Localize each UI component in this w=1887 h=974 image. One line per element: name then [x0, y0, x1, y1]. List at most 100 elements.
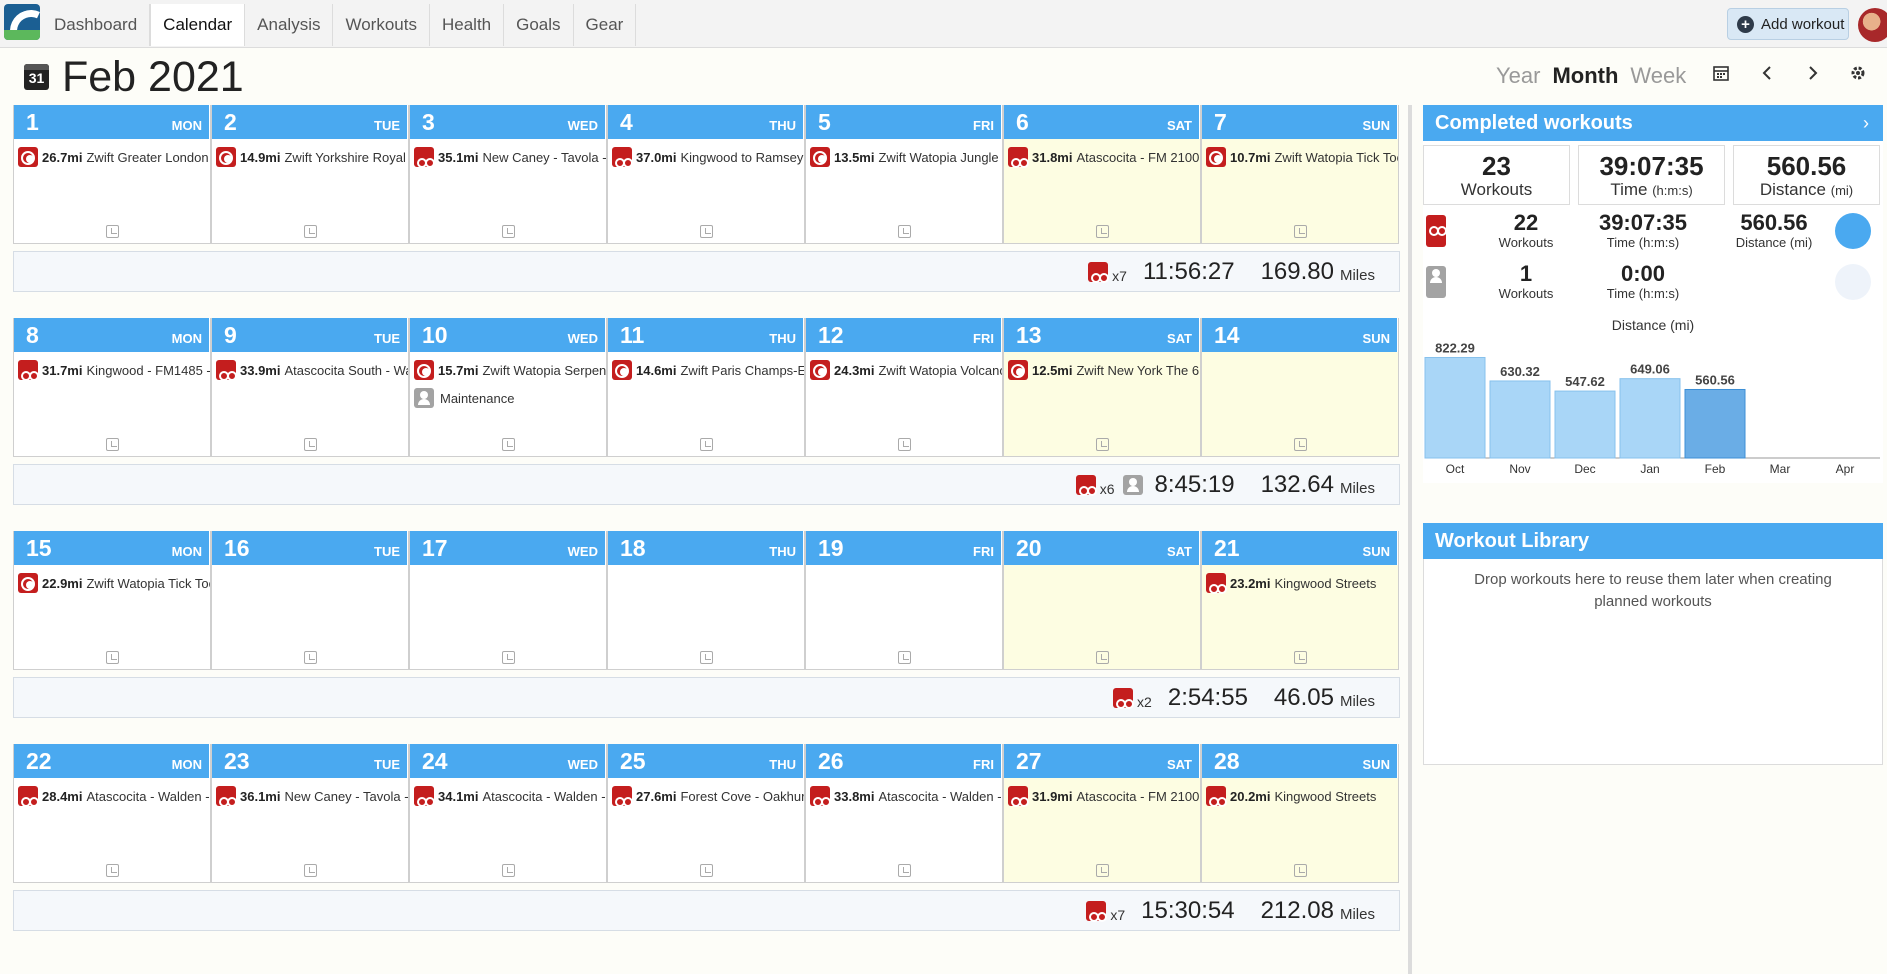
add-note-icon[interactable]: [106, 864, 119, 877]
add-note-icon[interactable]: [898, 651, 911, 664]
gear-icon[interactable]: [1847, 64, 1869, 86]
workout-entry[interactable]: 35.1miNew Caney - Tavola - Woodl: [410, 145, 606, 169]
workout-entry[interactable]: 14.9miZwift Yorkshire Royal Pave: [212, 145, 408, 169]
chart-bar[interactable]: [1619, 378, 1681, 459]
calendar-day[interactable]: 8 MON 31.7miKingwood - FM1485 - Hu: [13, 318, 211, 457]
add-note-icon[interactable]: [700, 651, 713, 664]
workout-entry[interactable]: 13.5miZwift Watopia Jungle Circuit: [806, 145, 1002, 169]
add-note-icon[interactable]: [502, 651, 515, 664]
calendar-day[interactable]: 25 THU 27.6mi Forest Cove - Oakhurst: [607, 744, 805, 883]
workout-entry[interactable]: Maintenance: [410, 386, 606, 410]
workout-entry[interactable]: 31.7miKingwood - FM1485 - Hu: [14, 358, 210, 382]
calendar-day[interactable]: 3 WED 35.1miNew Caney - Tavola - Woodl: [409, 105, 607, 244]
workout-library-dropzone[interactable]: Drop workouts here to reuse them later w…: [1423, 559, 1883, 765]
calendar-day[interactable]: 16 TUE: [211, 531, 409, 670]
workout-entry[interactable]: 36.1miNew Caney - Tavola - Woodl: [212, 784, 408, 808]
calendar-day[interactable]: 2 TUE 14.9miZwift Yorkshire Royal Pave: [211, 105, 409, 244]
add-note-icon[interactable]: [304, 651, 317, 664]
workout-entry[interactable]: 23.2mi Kingwood Streets: [1202, 571, 1398, 595]
view-month[interactable]: Month: [1552, 63, 1618, 89]
type-row-ride[interactable]: 22 Workouts 39:07:35 Time (h:m:s) 560.56…: [1423, 205, 1883, 256]
calendar-day[interactable]: 6 SAT 31.8miAtascocita - FM 2100 - Hu: [1003, 105, 1201, 244]
add-note-icon[interactable]: [106, 225, 119, 238]
workout-entry[interactable]: 12.5miZwift New York The 6 Train: [1004, 358, 1200, 382]
add-note-icon[interactable]: [1294, 225, 1307, 238]
add-note-icon[interactable]: [1294, 864, 1307, 877]
add-note-icon[interactable]: [1294, 651, 1307, 664]
workout-entry[interactable]: 24.3miZwift Watopia Volcano Circuit: [806, 358, 1002, 382]
add-note-icon[interactable]: [1096, 864, 1109, 877]
ride-color-dot[interactable]: [1835, 212, 1871, 249]
add-note-icon[interactable]: [898, 225, 911, 238]
view-year[interactable]: Year: [1496, 63, 1540, 89]
workout-entry[interactable]: 31.8miAtascocita - FM 2100 - Hu: [1004, 145, 1200, 169]
workout-entry[interactable]: 14.6miZwift Paris Champs-Elysees: [608, 358, 804, 382]
workout-entry[interactable]: 15.7miZwift Watopia Serpentine: [410, 358, 606, 382]
calendar-day[interactable]: 5 FRI 13.5miZwift Watopia Jungle Circuit: [805, 105, 1003, 244]
tab-dashboard[interactable]: Dashboard: [42, 4, 151, 46]
calendar-day[interactable]: 15 MON 22.9mi Zwift Watopia Tick Tock: [13, 531, 211, 670]
tab-gear[interactable]: Gear: [574, 4, 637, 46]
add-note-icon[interactable]: [1096, 651, 1109, 664]
workout-entry[interactable]: 27.6mi Forest Cove - Oakhurst: [608, 784, 804, 808]
add-note-icon[interactable]: [502, 864, 515, 877]
calendar-day[interactable]: 18 THU: [607, 531, 805, 670]
workout-entry[interactable]: 22.9mi Zwift Watopia Tick Tock: [14, 571, 210, 595]
avatar[interactable]: [1858, 8, 1887, 42]
chevron-right-icon[interactable]: ›: [1863, 105, 1869, 141]
workout-entry[interactable]: 33.8miAtascocita - Walden - Fm: [806, 784, 1002, 808]
calendar-day[interactable]: 12 FRI 24.3miZwift Watopia Volcano Circuit: [805, 318, 1003, 457]
add-note-icon[interactable]: [304, 438, 317, 451]
calendar-day[interactable]: 27 SAT 31.9miAtascocita - FM 2100 - Hu: [1003, 744, 1201, 883]
calendar-day[interactable]: 24 WED 34.1miAtascocita - Walden - Fm: [409, 744, 607, 883]
calendar-day[interactable]: 21 SUN 23.2mi Kingwood Streets: [1201, 531, 1399, 670]
add-note-icon[interactable]: [1096, 225, 1109, 238]
workout-entry[interactable]: 10.7mi Zwift Watopia Tick Tock: [1202, 145, 1398, 169]
calendar-day[interactable]: 1 MON 26.7miZwift Greater London Loop: [13, 105, 211, 244]
calendar-day[interactable]: 9 TUE 33.9miAtascocita South - Walden: [211, 318, 409, 457]
add-workout-button[interactable]: + Add workout: [1727, 8, 1849, 40]
workout-entry[interactable]: 26.7miZwift Greater London Loop: [14, 145, 210, 169]
scrollbar[interactable]: [1408, 105, 1412, 974]
calendar-day[interactable]: 26 FRI 33.8miAtascocita - Walden - Fm: [805, 744, 1003, 883]
calendar-day[interactable]: 20 SAT: [1003, 531, 1201, 670]
workout-entry[interactable]: 28.4miAtascocita - Walden - Eagle: [14, 784, 210, 808]
chevron-left-icon[interactable]: [1756, 64, 1778, 86]
app-logo-icon[interactable]: [4, 4, 40, 40]
chevron-right-icon[interactable]: [1802, 64, 1824, 86]
chart-bar[interactable]: [1489, 380, 1551, 459]
calendar-day[interactable]: 22 MON 28.4miAtascocita - Walden - Eagle: [13, 744, 211, 883]
calendar-day[interactable]: 13 SAT 12.5miZwift New York The 6 Train: [1003, 318, 1201, 457]
workout-entry[interactable]: 33.9miAtascocita South - Walden: [212, 358, 408, 382]
chart-bar[interactable]: [1554, 390, 1616, 459]
add-note-icon[interactable]: [1294, 438, 1307, 451]
calendar-day[interactable]: 17 WED: [409, 531, 607, 670]
workout-entry[interactable]: 34.1miAtascocita - Walden - Fm: [410, 784, 606, 808]
calendar-day[interactable]: 7 SUN 10.7mi Zwift Watopia Tick Tock: [1201, 105, 1399, 244]
completed-workouts-header[interactable]: Completed workouts ›: [1423, 105, 1883, 141]
chart-bar[interactable]: [1684, 388, 1746, 459]
calendar-day[interactable]: 19 FRI: [805, 531, 1003, 670]
workout-entry[interactable]: 37.0miKingwood to Ramsey Park: [608, 145, 804, 169]
workout-entry[interactable]: 20.2mi Kingwood Streets: [1202, 784, 1398, 808]
tab-analysis[interactable]: Analysis: [245, 4, 334, 46]
add-note-icon[interactable]: [700, 864, 713, 877]
add-note-icon[interactable]: [502, 225, 515, 238]
tab-calendar[interactable]: Calendar: [150, 4, 246, 46]
tab-goals[interactable]: Goals: [504, 4, 574, 46]
add-note-icon[interactable]: [1096, 438, 1109, 451]
add-note-icon[interactable]: [700, 225, 713, 238]
add-note-icon[interactable]: [106, 651, 119, 664]
calendar-day[interactable]: 11 THU 14.6miZwift Paris Champs-Elysees: [607, 318, 805, 457]
calendar-day[interactable]: 10 WED 15.7miZwift Watopia Serpentine Maint…: [409, 318, 607, 457]
maintenance-color-dot[interactable]: [1835, 263, 1871, 300]
workout-entry[interactable]: 31.9miAtascocita - FM 2100 - Hu: [1004, 784, 1200, 808]
add-note-icon[interactable]: [304, 864, 317, 877]
add-note-icon[interactable]: [502, 438, 515, 451]
calendar-day[interactable]: 14 SUN: [1201, 318, 1399, 457]
tab-workouts[interactable]: Workouts: [333, 4, 430, 46]
add-note-icon[interactable]: [304, 225, 317, 238]
date-picker-icon[interactable]: [1710, 64, 1732, 86]
tab-health[interactable]: Health: [430, 4, 505, 46]
type-row-maintenance[interactable]: 1 Workouts 0:00 Time (h:m:s): [1423, 256, 1883, 307]
